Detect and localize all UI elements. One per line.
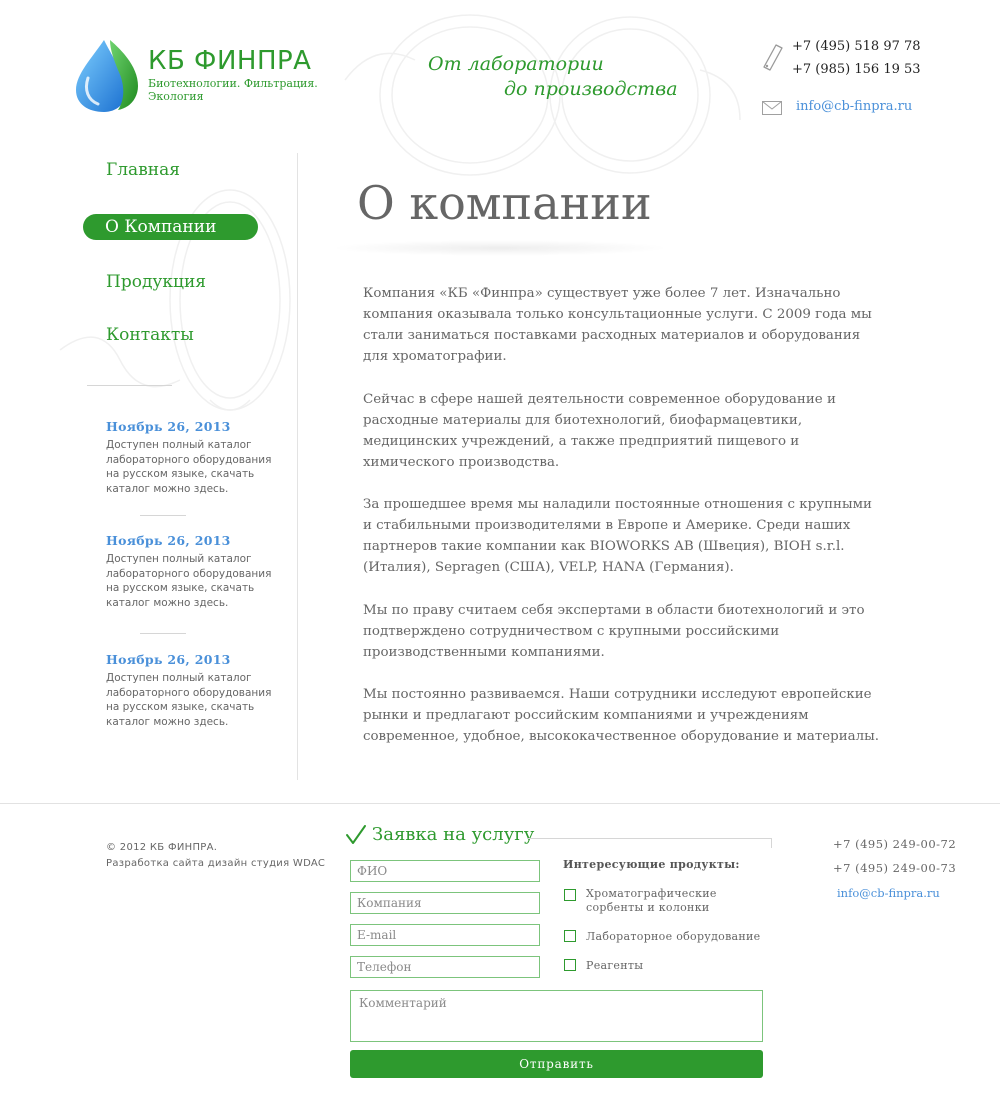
content-paragraph: Мы по праву считаем себя экспертами в об… [363, 603, 865, 660]
content-paragraph: Компания «КБ «Финпра» существует уже бол… [363, 286, 872, 364]
form-title-rule-end [771, 838, 772, 848]
product-checkbox-reagents[interactable] [564, 959, 576, 971]
product-label-reagents[interactable]: Реагенты [586, 959, 771, 973]
news-date[interactable]: Ноябрь 26, 2013 [106, 652, 231, 667]
product-checkbox-lab-equipment[interactable] [564, 930, 576, 942]
form-title-rule [527, 838, 772, 839]
phone-icon [763, 44, 783, 71]
sidebar-divider [87, 385, 172, 386]
product-label-lab-equipment[interactable]: Лабораторное оборудование [586, 930, 771, 944]
products-title: Интересующие продукты: [563, 858, 740, 871]
content-paragraph: Мы постоянно развиваемся. Наши сотрудник… [363, 687, 880, 744]
copyright-text: © 2012 КБ ФИНПРА. [106, 842, 218, 853]
studio-credit[interactable]: Разработка сайта дизайн студия WDAC [106, 856, 325, 872]
news-divider [140, 515, 186, 516]
footer-phone-1[interactable]: +7 (495) 249-00-72 [833, 837, 956, 851]
nav-item-about-label: О Компании [105, 217, 217, 237]
slogan-line-2: до производства [504, 78, 678, 100]
news-text: Доступен полный каталог лабораторного об… [106, 439, 272, 495]
mail-icon [762, 101, 782, 115]
content-paragraph: Сейчас в сфере нашей деятельности соврем… [363, 392, 836, 470]
brand-name[interactable]: КБ ФИНПРА [148, 46, 311, 76]
footer-divider [0, 803, 1000, 804]
form-title: Заявка на услугу [372, 824, 535, 845]
product-checkbox-sorbents[interactable] [564, 889, 576, 901]
logo-drop-icon[interactable] [74, 38, 140, 114]
header-email-link[interactable]: info@cb-finpra.ru [796, 99, 912, 114]
company-field[interactable] [350, 892, 540, 914]
checkmark-icon [346, 825, 366, 844]
news-text: Доступен полный каталог лабораторного об… [106, 672, 272, 728]
nav-item-about[interactable]: О Компании [83, 214, 258, 240]
content-paragraph: За прошедшее время мы наладили постоянны… [363, 497, 872, 575]
phone-field[interactable] [350, 956, 540, 978]
nav-item-products[interactable]: Продукция [106, 272, 206, 292]
page-title: О компании [357, 176, 652, 230]
news-date[interactable]: Ноябрь 26, 2013 [106, 533, 231, 548]
slogan-line-1: От лаборатории [428, 53, 604, 75]
title-shadow [330, 240, 670, 256]
header-phone-2[interactable]: +7 (985) 156 19 53 [792, 62, 921, 77]
email-field[interactable] [350, 924, 540, 946]
footer-copyright: © 2012 КБ ФИНПРА. Разработка сайта дизай… [106, 840, 325, 872]
submit-button[interactable]: Отправить [350, 1050, 763, 1078]
news-text: Доступен полный каталог лабораторного об… [106, 553, 272, 609]
footer-phone-2[interactable]: +7 (495) 249-00-73 [833, 861, 956, 875]
header-phone-1[interactable]: +7 (495) 518 97 78 [792, 39, 921, 54]
name-field[interactable] [350, 860, 540, 882]
comment-field[interactable] [350, 990, 763, 1042]
brand-tagline: Биотехнологии. Фильтрация. Экология [148, 77, 318, 103]
nav-item-contacts[interactable]: Контакты [106, 325, 194, 345]
product-label-sorbents[interactable]: Хроматографические сорбенты и колонки [586, 887, 771, 915]
news-divider [140, 633, 186, 634]
news-date[interactable]: Ноябрь 26, 2013 [106, 419, 231, 434]
footer-email-link[interactable]: info@cb-finpra.ru [837, 886, 940, 900]
nav-item-home[interactable]: Главная [106, 160, 180, 180]
content-divider [297, 153, 298, 780]
